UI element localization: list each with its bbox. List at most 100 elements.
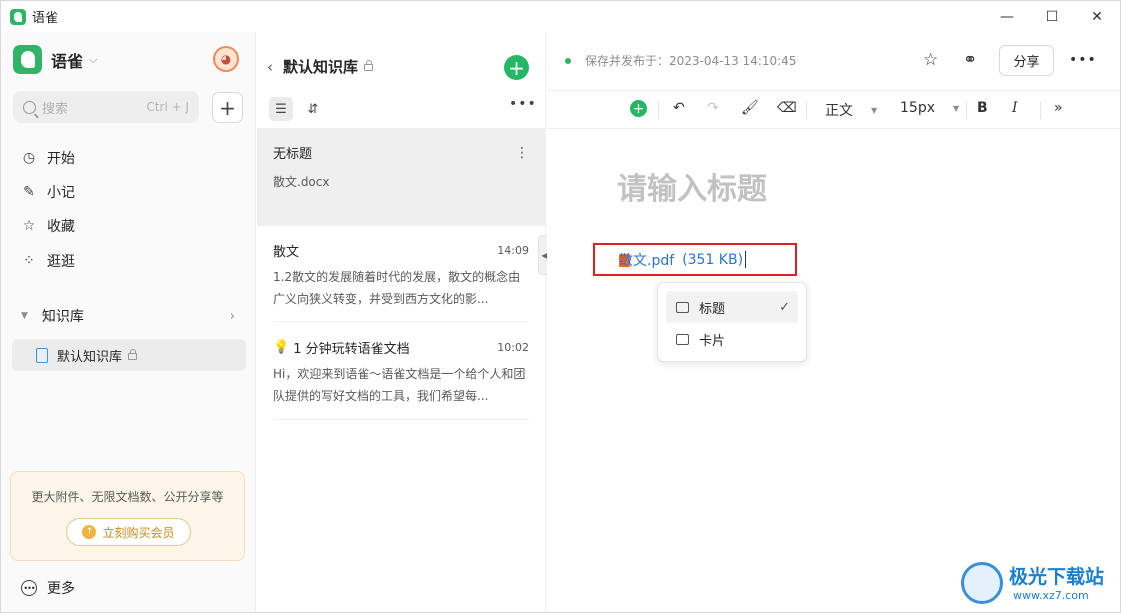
kebab-menu-icon[interactable]: ⋮ [515, 145, 529, 161]
maximize-button[interactable]: ☐ [1029, 1, 1075, 32]
book-icon [36, 347, 48, 363]
knowledge-base-section[interactable]: ▼ 知识库 › [21, 306, 235, 326]
more-horizontal-icon[interactable]: ••• [509, 96, 537, 112]
window-title: 语雀 [32, 11, 59, 26]
format-painter-icon[interactable]: 🖌 [741, 100, 759, 116]
network-icon[interactable]: ⚭ [963, 50, 977, 70]
new-document-button[interactable]: + [504, 55, 529, 80]
caret-down-icon: ▼ [953, 103, 960, 113]
list-item[interactable]: 无标题 ⋮ 散文.docx [257, 128, 545, 226]
document-list-panel: ‹ 默认知识库 + ☰ ⇵ ••• 无标题 ⋮ 散文.docx 散文 14:09… [257, 32, 546, 612]
share-button[interactable]: 分享 [999, 45, 1054, 76]
feather-icon: ✎ [23, 184, 35, 200]
doc-time: 10:02 [497, 341, 529, 354]
attachment-name: 散文.pdf [619, 252, 675, 269]
clock-icon: ◷ [22, 150, 36, 166]
divider [806, 101, 807, 119]
menu-item-card[interactable]: 卡片 [666, 323, 798, 355]
search-icon [23, 100, 36, 114]
doc-title: 无标题 [273, 147, 313, 162]
chevron-down-icon: ⌵ [89, 52, 98, 66]
star-icon[interactable]: ☆ [923, 50, 938, 70]
font-size-value: 15px [900, 100, 935, 116]
list-view-icon[interactable]: ☰ [269, 97, 293, 121]
text-cursor [745, 251, 747, 268]
save-status: 保存并发布于：2023-04-13 14:10:45 [565, 52, 796, 69]
menu-item-label: 卡片 [699, 333, 726, 349]
star-icon: ☆ [22, 218, 36, 234]
app-window: 语雀 — ☐ ✕ 语雀 ⌵ ◕ 搜索 Ctrl + J + ◷ 开始 ✎ 小记 … [0, 0, 1121, 613]
menu-item-title[interactable]: 标题 ✓ [666, 291, 798, 323]
save-status-text: 保存并发布于：2023-04-13 14:10:45 [585, 54, 797, 68]
sidebar-item-default-kb[interactable]: 默认知识库 [12, 339, 246, 371]
divider [273, 321, 529, 322]
doc-title-row: 无标题 ⋮ [273, 143, 529, 163]
italic-button[interactable]: I [1012, 100, 1018, 116]
chevron-right-icon[interactable]: › [230, 309, 235, 324]
search-placeholder: 搜索 [42, 101, 69, 117]
buy-membership-button[interactable]: ↑ 立刻购买会员 [66, 518, 191, 546]
buy-membership-label: 立刻购买会员 [102, 525, 175, 540]
title-bar: 语雀 — ☐ ✕ [1, 1, 1120, 32]
lightbulb-icon: 💡 [273, 340, 290, 355]
attachment-display-menu: 标题 ✓ 卡片 [657, 282, 807, 362]
avatar[interactable]: ◕ [213, 46, 239, 72]
attachment-link[interactable]: 散文.pdf (351 KB) [593, 243, 797, 276]
minimize-button[interactable]: — [984, 1, 1030, 32]
watermark-url: www.xz7.com [1013, 589, 1089, 602]
back-chevron-icon[interactable]: ‹ [267, 58, 273, 76]
list-item[interactable]: 散文 14:09 1.2散文的发展随着时代的发展，散文的概念由广义向狭义转变，并… [257, 241, 545, 310]
editor-toolbar: + ↶ ↷ 🖌 ⌫ 正文 ▼ 15px ▼ B I » [547, 90, 1120, 129]
expand-toolbar-icon[interactable]: » [1054, 100, 1063, 116]
app-logo-icon [10, 8, 26, 25]
check-icon: ✓ [779, 299, 790, 315]
paragraph-style-value: 正文 [825, 103, 853, 119]
watermark-name: 极光下载站 [1009, 566, 1105, 588]
close-button[interactable]: ✕ [1074, 1, 1120, 32]
more-circle-icon: ••• [21, 580, 37, 596]
upgrade-arrow-icon: ↑ [82, 525, 97, 539]
section-label: 知识库 [41, 309, 84, 325]
sidebar-item-explore[interactable]: ⁘ 逛逛 [21, 251, 75, 271]
tree-view-icon[interactable]: ⇵ [301, 97, 325, 121]
plus-icon: + [630, 100, 647, 117]
sidebar: 语雀 ⌵ ◕ 搜索 Ctrl + J + ◷ 开始 ✎ 小记 ☆ 收藏 ⁘ 逛逛… [1, 32, 256, 612]
sidebar-item-favorites[interactable]: ☆ 收藏 [21, 216, 75, 236]
insert-button[interactable]: + [630, 100, 647, 117]
doc-title: 1 分钟玩转语雀文档 [293, 342, 410, 357]
title-placeholder[interactable]: 请输入标题 [617, 164, 767, 208]
doc-title-row: 💡 1 分钟玩转语雀文档 10:02 [273, 338, 529, 357]
card-mode-icon [676, 333, 689, 345]
doc-title: 散文 [273, 245, 300, 260]
promo-card: 更大附件、无限文档数、公开分享等 ↑ 立刻购买会员 [10, 471, 245, 561]
sidebar-item-label: 逛逛 [47, 254, 75, 270]
undo-icon[interactable]: ↶ [673, 100, 685, 116]
sidebar-item-label: 小记 [47, 185, 75, 201]
brand-name: 语雀 [51, 51, 84, 71]
watermark-logo-icon [961, 562, 1003, 604]
more-horizontal-icon[interactable]: ••• [1069, 52, 1097, 68]
sidebar-item-start[interactable]: ◷ 开始 [21, 148, 75, 168]
menu-item-label: 标题 [699, 301, 726, 317]
caret-down-icon: ▼ [871, 105, 878, 115]
eraser-icon[interactable]: ⌫ [777, 100, 797, 116]
search-input[interactable]: 搜索 Ctrl + J [13, 91, 199, 123]
brand-switcher[interactable]: 语雀 ⌵ [13, 45, 97, 74]
lock-icon [128, 348, 138, 360]
add-button[interactable]: + [212, 92, 243, 123]
font-size-select[interactable]: 15px ▼ [900, 100, 959, 116]
divider [1040, 101, 1041, 119]
redo-icon[interactable]: ↷ [707, 100, 719, 116]
divider [658, 101, 659, 119]
sidebar-item-notes[interactable]: ✎ 小记 [21, 182, 75, 202]
more-button[interactable]: ••• 更多 [21, 578, 75, 598]
list-item[interactable]: 💡 1 分钟玩转语雀文档 10:02 Hi，欢迎来到语雀～语雀文档是一个给个人和… [257, 338, 545, 407]
more-label: 更多 [47, 581, 75, 597]
search-shortcut: Ctrl + J [146, 100, 189, 114]
editor: 保存并发布于：2023-04-13 14:10:45 ☆ ⚭ 分享 ••• + … [547, 32, 1120, 612]
bold-button[interactable]: B [977, 100, 988, 116]
attachment-size: (351 KB) [682, 251, 744, 268]
paragraph-style-select[interactable]: 正文 ▼ [825, 100, 877, 120]
status-dot-icon [565, 57, 571, 64]
doc-snippet: 散文.docx [273, 175, 330, 189]
